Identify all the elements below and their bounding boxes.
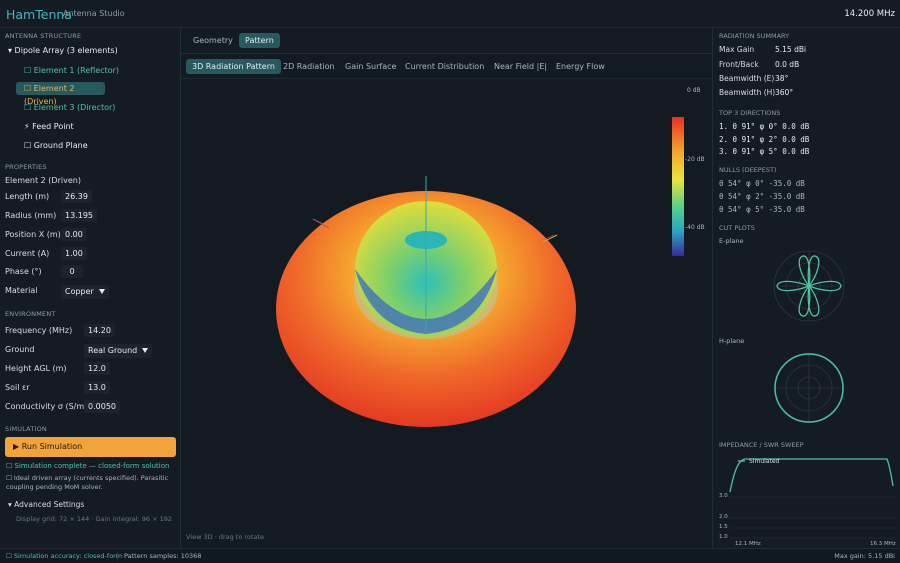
beamwidth-h-label: Beamwidth (H) <box>719 88 776 97</box>
max-gain-label: Max Gain <box>719 45 755 54</box>
hplane-label: H-plane <box>719 337 745 345</box>
swr-legend: Simulated <box>749 458 780 465</box>
tree-item-element-3[interactable]: ☐ Element 3 (Director) <box>19 101 120 114</box>
material-label: Material <box>5 286 38 295</box>
beamwidth-e-label: Beamwidth (E) <box>719 74 775 83</box>
length-input[interactable]: 26.39 <box>61 190 92 203</box>
material-select[interactable]: Copper <box>61 285 109 299</box>
max-gain-value: 5.15 dBi <box>775 45 807 54</box>
radiation-pattern-3d-view[interactable] <box>181 79 712 539</box>
eplane-plot <box>773 250 845 322</box>
front-back-value: 0.0 dB <box>775 60 800 69</box>
tab-current-distribution[interactable]: Current Distribution <box>399 59 490 74</box>
properties-title: PROPERTIES <box>5 163 47 171</box>
app-subtitle: Antenna Studio <box>63 9 125 18</box>
direction-row: 2. θ 91° φ 2° 0.0 dB <box>719 135 810 144</box>
radiation-summary-title: RADIATION SUMMARY <box>719 32 790 40</box>
left-panel: ANTENNA STRUCTURE ▾ Dipole Array (3 elem… <box>0 28 181 548</box>
swr-plot <box>729 458 895 539</box>
conductivity-input[interactable]: 0.0050 <box>84 400 120 413</box>
radius-input[interactable]: 13.195 <box>61 209 97 222</box>
frequency-display: 14.200 MHz <box>844 9 895 19</box>
swr-y-tick: 2.0 <box>719 514 728 520</box>
tab-geometry[interactable]: Geometry <box>187 33 239 48</box>
advanced-settings-toggle[interactable]: ▾ Advanced Settings <box>8 500 84 509</box>
selected-element-name: Element 2 (Driven) <box>5 176 81 185</box>
radius-label: Radius (mm) <box>5 211 57 220</box>
tree-item-element-2[interactable]: ☐ Element 2 (Driven) <box>16 82 105 106</box>
direction-row: 1. θ 91° φ 0° 0.0 dB <box>719 122 810 131</box>
top-bar: HamTenna Antenna Studio 14.200 MHz <box>0 0 900 28</box>
height-label: Height AGL (m) <box>5 364 67 373</box>
tab-divider <box>181 53 712 54</box>
simulation-status: ☐ Simulation complete — closed-form solu… <box>6 462 170 470</box>
max-gain-status: Max gain: 5.15 dBi <box>834 552 895 560</box>
tree-item-ground-plane[interactable]: ☐ Ground Plane <box>19 139 93 152</box>
right-panel: RADIATION SUMMARY Max Gain 5.15 dBi Fron… <box>712 28 900 548</box>
swr-y-tick: 1.5 <box>719 524 728 530</box>
tab-2d-radiation[interactable]: 2D Radiation <box>277 59 341 74</box>
swr-y-tick: 1.0 <box>719 534 728 540</box>
tree-item-element-1[interactable]: ☐ Element 1 (Reflector) <box>19 64 124 77</box>
tree-root-dipole-array[interactable]: ▾ Dipole Array (3 elements) <box>8 46 118 55</box>
center-panel: Geometry Pattern 3D Radiation Pattern 2D… <box>181 28 712 548</box>
position-x-label: Position X (m) <box>5 230 61 239</box>
tab-near-field[interactable]: Near Field |E| <box>488 59 553 74</box>
swr-x-tick: 12.1 MHz <box>735 541 761 547</box>
tab-gain-surface[interactable]: Gain Surface <box>339 59 402 74</box>
soil-label: Soil εr <box>5 383 30 392</box>
direction-row: 3. θ 91° φ 5° 0.0 dB <box>719 147 810 156</box>
simulation-title: SIMULATION <box>5 425 47 433</box>
height-input[interactable]: 12.0 <box>84 362 110 375</box>
phase-label: Phase (°) <box>5 267 42 276</box>
colorbar-mid-label: -20 dB <box>685 156 705 163</box>
hplane-plot <box>774 353 844 423</box>
eplane-label: E-plane <box>719 237 744 245</box>
frequency-label: Frequency (MHz) <box>5 326 73 335</box>
colorbar-bottom-label: -40 dB <box>685 224 705 231</box>
tab-pattern[interactable]: Pattern <box>239 33 280 48</box>
colorbar-top-label: 0 dB <box>687 87 701 94</box>
tree-item-feed-point[interactable]: ⚡ Feed Point <box>19 120 79 133</box>
structure-title: ANTENNA STRUCTURE <box>5 32 82 40</box>
chevron-down-icon <box>142 348 149 353</box>
beamwidth-e-value: 38° <box>775 74 789 83</box>
swr-title: IMPEDANCE / SWR SWEEP <box>719 441 804 449</box>
viewport-hint: View 3D · drag to rotate <box>186 533 264 541</box>
null-row: θ 54° φ 0° -35.0 dB <box>719 179 805 188</box>
frequency-input[interactable]: 14.20 <box>84 324 115 337</box>
swr-y-tick: 3.0 <box>719 493 728 499</box>
chevron-down-icon <box>98 289 105 294</box>
pattern-samples: Pattern samples: 10368 <box>124 552 202 560</box>
colorbar <box>672 117 684 256</box>
null-row: θ 54° φ 5° -35.0 dB <box>719 205 805 214</box>
ground-value: Real Ground <box>88 346 138 355</box>
front-back-label: Front/Back <box>719 60 759 69</box>
phase-input[interactable]: 0 <box>61 265 83 278</box>
current-label: Current (A) <box>5 249 50 258</box>
material-value: Copper <box>65 287 94 296</box>
swr-x-tick: 16.3 MHz <box>870 541 896 547</box>
accuracy-status: ☐ Simulation accuracy: closed-form <box>6 552 123 560</box>
null-row: θ 54° φ 2° -35.0 dB <box>719 192 805 201</box>
ground-label: Ground <box>5 345 35 354</box>
top-directions-title: TOP 3 DIRECTIONS <box>719 109 781 117</box>
grid-info: Display grid: 72 × 144 · Gain integral: … <box>16 515 173 523</box>
beamwidth-h-value: 360° <box>775 88 794 97</box>
status-divider <box>117 552 118 561</box>
soil-input[interactable]: 13.0 <box>84 381 110 394</box>
run-simulation-button[interactable]: ▶ Run Simulation <box>5 437 176 457</box>
nulls-title: NULLS (DEEPEST) <box>719 166 777 174</box>
position-x-input[interactable]: 0.00 <box>61 228 87 241</box>
current-input[interactable]: 1.00 <box>61 247 87 260</box>
cut-plots-title: CUT PLOTS <box>719 224 755 232</box>
simulation-note: ☐ Ideal driven array (currents specified… <box>6 474 169 491</box>
environment-title: ENVIRONMENT <box>5 310 56 318</box>
length-label: Length (m) <box>5 192 50 201</box>
status-bar: ☐ Simulation accuracy: closed-form Patte… <box>0 548 900 563</box>
tab-energy-flow[interactable]: Energy Flow <box>550 59 611 74</box>
tab-3d-radiation-pattern[interactable]: 3D Radiation Pattern <box>186 59 281 74</box>
ground-select[interactable]: Real Ground <box>84 344 153 358</box>
conductivity-label: Conductivity σ (S/m) <box>5 402 88 411</box>
